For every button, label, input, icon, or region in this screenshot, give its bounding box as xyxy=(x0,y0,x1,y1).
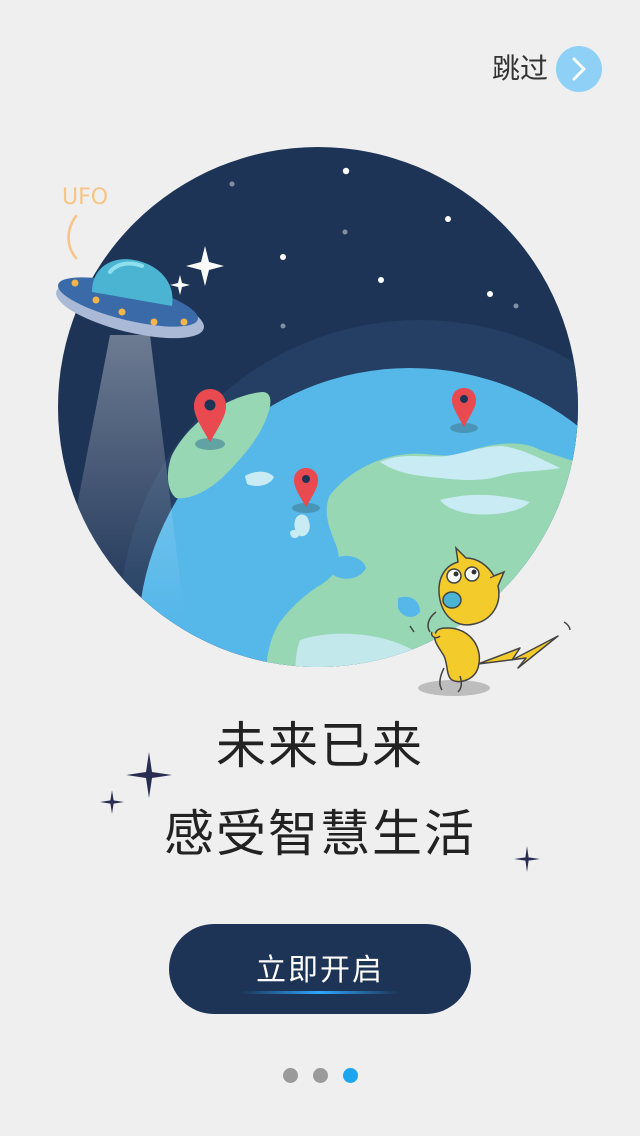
page-dot-1[interactable] xyxy=(282,1068,298,1083)
location-pin-icon xyxy=(194,389,226,450)
page-dot-3-active[interactable] xyxy=(342,1068,358,1083)
page-dot-2[interactable] xyxy=(312,1068,328,1083)
ufo-label: UFO xyxy=(62,185,108,210)
start-now-button[interactable]: 立即开启 xyxy=(169,924,471,1014)
headline-line-2: 感受智慧生活 xyxy=(164,805,476,863)
hero-illustration: UFO xyxy=(56,147,578,696)
button-glow xyxy=(241,991,399,994)
start-now-label: 立即开启 xyxy=(256,953,384,988)
page-indicator xyxy=(0,1068,640,1083)
headline-line-1: 未来已来 xyxy=(216,717,424,775)
